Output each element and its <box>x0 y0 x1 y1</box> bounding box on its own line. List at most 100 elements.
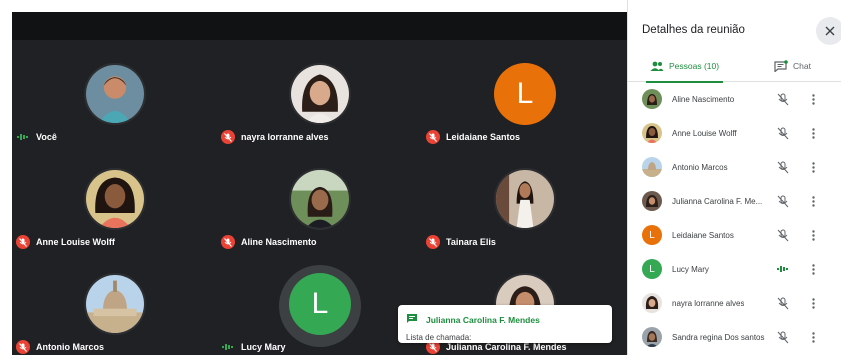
more-options-icon[interactable] <box>808 125 818 141</box>
tab-chat[interactable]: Chat <box>774 50 811 82</box>
list-item[interactable]: nayra lorranne alves <box>628 286 841 320</box>
panel-tabs: Pessoas (10) Chat <box>628 50 841 83</box>
participant-tile[interactable]: L Lucy Mary <box>217 255 422 355</box>
mic-off-icon <box>776 228 790 242</box>
avatar-letter: L <box>649 263 655 275</box>
more-options-icon[interactable] <box>808 91 818 107</box>
mic-active-icon <box>221 340 235 354</box>
mic-off-icon <box>776 126 790 140</box>
tile-name: Leidaiane Santos <box>446 132 521 142</box>
mic-off-icon <box>221 235 235 249</box>
notification-message: Lista de chamada: <box>406 333 472 342</box>
avatar <box>642 123 662 143</box>
more-options-icon[interactable] <box>808 227 818 243</box>
tile-name: Você <box>36 132 57 142</box>
participant-name: Aline Nascimento <box>672 94 735 104</box>
avatar <box>642 327 662 347</box>
meeting-details-panel: Detalhes da reunião Pessoas (10) Chat Al… <box>627 0 841 355</box>
avatar: L <box>642 225 662 245</box>
mic-off-icon <box>426 235 440 249</box>
tile-label: Lucy Mary <box>221 340 286 354</box>
list-item[interactable]: L Lucy Mary <box>628 252 841 286</box>
participant-name: Sandra regina Dos santos <box>672 332 765 342</box>
participant-name: Leidaiane Santos <box>672 230 734 240</box>
avatar <box>642 191 662 211</box>
participant-tile[interactable]: L Leidaiane Santos <box>422 45 627 150</box>
list-item[interactable]: L Leidaiane Santos <box>628 218 841 252</box>
tab-label: Chat <box>793 61 811 71</box>
mic-off-icon <box>776 296 790 310</box>
list-item[interactable]: Anne Louise Wolff <box>628 116 841 150</box>
stage-header-strip <box>12 12 627 40</box>
stage-left-pad <box>0 12 12 355</box>
participant-tile[interactable]: Tainara Elis <box>422 150 627 255</box>
avatar <box>642 89 662 109</box>
list-item[interactable]: Julianna Carolina F. Me... <box>628 184 841 218</box>
tile-label: Aline Nascimento <box>221 235 317 249</box>
mic-off-icon <box>776 330 790 344</box>
participant-tile[interactable]: Antonio Marcos <box>12 255 217 355</box>
participant-list: Aline Nascimento Anne Louise Wolff Anton… <box>628 82 841 354</box>
more-options-icon[interactable] <box>808 261 818 277</box>
avatar-letter: L <box>311 287 329 320</box>
close-icon <box>825 26 835 36</box>
tile-name: nayra lorranne alves <box>241 132 329 142</box>
tile-label: Anne Louise Wolff <box>16 235 115 249</box>
list-item[interactable]: Sandra regina Dos santos <box>628 320 841 354</box>
chat-notification[interactable]: Julianna Carolina F. Mendes Lista de cha… <box>398 305 612 343</box>
tile-label: Leidaiane Santos <box>426 130 520 144</box>
more-options-icon[interactable] <box>808 295 818 311</box>
close-button[interactable] <box>816 17 841 45</box>
tile-label: nayra lorranne alves <box>221 130 329 144</box>
tile-name: Lucy Mary <box>241 342 286 352</box>
notification-sender: Julianna Carolina F. Mendes <box>426 315 540 325</box>
list-item[interactable]: Antonio Marcos <box>628 150 841 184</box>
mic-off-icon <box>776 194 790 208</box>
participant-name: nayra lorranne alves <box>672 298 745 308</box>
avatar <box>494 168 556 230</box>
avatar <box>289 63 351 125</box>
panel-title: Detalhes da reunião <box>642 24 745 36</box>
tile-name: Aline Nascimento <box>241 237 317 247</box>
tile-label: Antonio Marcos <box>16 340 104 354</box>
tile-name: Antonio Marcos <box>36 342 105 352</box>
tile-label: Você <box>16 130 57 144</box>
avatar <box>642 157 662 177</box>
participant-name: Julianna Carolina F. Me... <box>672 196 763 206</box>
mic-active-icon <box>776 262 790 276</box>
participant-tile[interactable]: Anne Louise Wolff <box>12 150 217 255</box>
avatar-letter: L <box>649 229 655 241</box>
people-icon <box>650 61 664 71</box>
avatar <box>84 63 146 125</box>
participant-tile[interactable]: nayra lorranne alves <box>217 45 422 150</box>
tab-people[interactable]: Pessoas (10) <box>645 50 724 83</box>
avatar <box>289 168 351 230</box>
more-options-icon[interactable] <box>808 193 818 209</box>
chat-icon <box>406 311 418 329</box>
more-options-icon[interactable] <box>808 159 818 175</box>
tab-label: Pessoas (10) <box>669 61 720 71</box>
tile-name: Tainara Elis <box>446 237 496 247</box>
avatar <box>84 273 146 335</box>
tile-name: Anne Louise Wolff <box>36 237 115 247</box>
mic-off-icon <box>221 130 235 144</box>
avatar: L <box>289 273 351 335</box>
mic-off-icon <box>16 340 30 354</box>
avatar: L <box>494 63 556 125</box>
participant-name: Anne Louise Wolff <box>672 128 737 138</box>
mic-off-icon <box>776 92 790 106</box>
mic-off-icon <box>16 235 30 249</box>
more-options-icon[interactable] <box>808 329 818 345</box>
tile-label: Tainara Elis <box>426 235 496 249</box>
video-grid: Você nayra lorranne alves L Leidaiane Sa… <box>0 0 627 355</box>
participant-name: Antonio Marcos <box>672 162 728 172</box>
mic-off-icon <box>776 160 790 174</box>
participant-tile[interactable]: Aline Nascimento <box>217 150 422 255</box>
mic-off-icon <box>426 130 440 144</box>
mic-active-icon <box>16 130 30 144</box>
chat-icon <box>774 60 788 72</box>
list-item[interactable]: Aline Nascimento <box>628 82 841 116</box>
avatar-letter: L <box>516 77 534 110</box>
participant-tile[interactable]: Você <box>12 45 217 150</box>
participant-name: Lucy Mary <box>672 264 709 274</box>
